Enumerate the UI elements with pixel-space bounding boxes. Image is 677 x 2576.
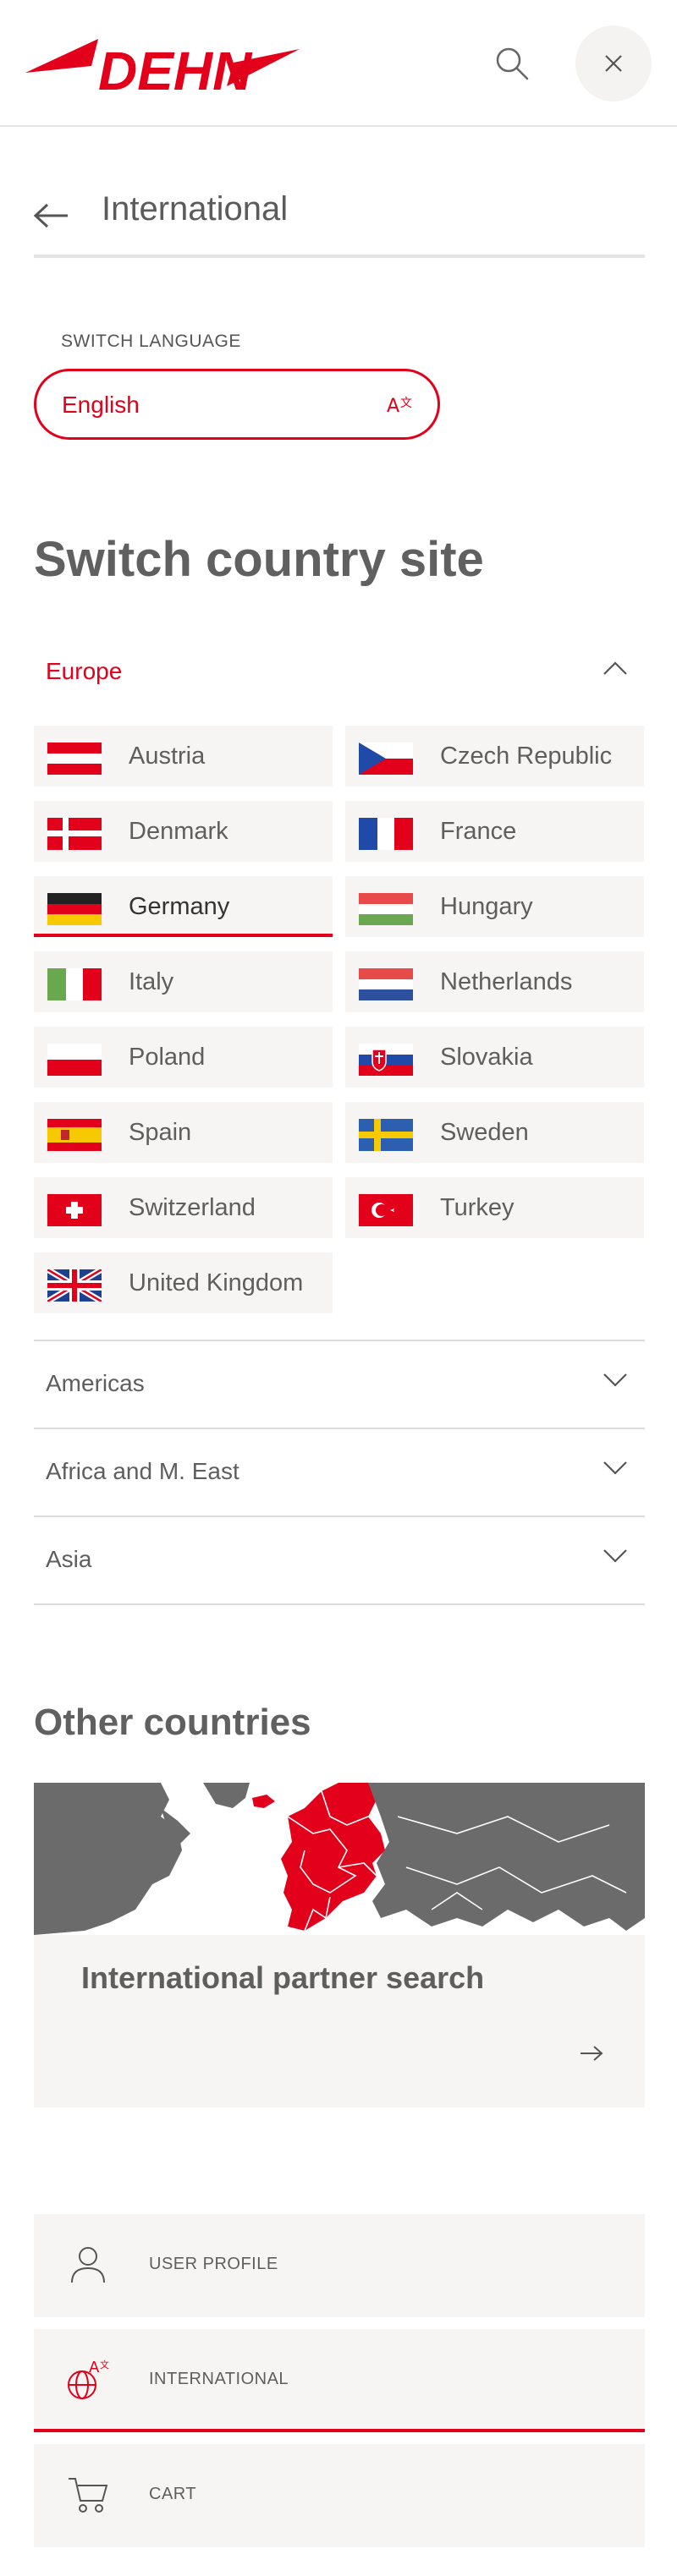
page-title: International — [102, 190, 289, 227]
country-name: Hungary — [440, 893, 533, 920]
country-name: Denmark — [129, 818, 228, 845]
hungary-flag-icon — [359, 893, 413, 925]
region-label: Europe — [46, 658, 123, 684]
svg-text:A: A — [89, 2359, 100, 2376]
dehn-logo[interactable]: DEHN — [25, 24, 300, 104]
country-poland[interactable]: Poland — [34, 1027, 333, 1088]
country-turkey[interactable]: Turkey — [345, 1177, 644, 1238]
country-italy[interactable]: Italy — [34, 951, 333, 1012]
svg-text:A: A — [387, 396, 399, 417]
header: DEHN — [0, 0, 677, 127]
country-name: Turkey — [440, 1194, 515, 1221]
netherlands-flag-icon — [359, 968, 413, 1000]
international-subheader: International — [34, 182, 645, 258]
close-button[interactable] — [575, 25, 652, 101]
region-label: Asia — [46, 1546, 92, 1572]
country-netherlands[interactable]: Netherlands — [345, 951, 644, 1012]
country-name: Switzerland — [129, 1194, 256, 1221]
close-icon — [605, 55, 622, 72]
globe-translate-icon: A 文 — [63, 2354, 113, 2405]
search-icon — [496, 47, 529, 80]
language-select[interactable]: English A 文 — [34, 369, 440, 440]
country-denmark[interactable]: Denmark — [34, 801, 333, 862]
country-name: Germany — [129, 893, 230, 920]
country-spain[interactable]: Spain — [34, 1102, 333, 1163]
country-name: Netherlands — [440, 968, 573, 995]
world-map-image — [34, 1783, 645, 1935]
nav-cart[interactable]: CART — [34, 2444, 645, 2547]
nav-label: USER PROFILE — [149, 2255, 278, 2273]
switzerland-flag-icon — [47, 1194, 102, 1226]
search-button[interactable] — [487, 38, 537, 89]
region-accordion-europe[interactable]: Europe — [34, 643, 645, 702]
germany-flag-icon — [47, 893, 102, 925]
switch-country-title: Switch country site — [34, 532, 484, 587]
partner-search-card[interactable]: International partner search — [34, 1783, 645, 2107]
chevron-up-icon — [603, 661, 627, 675]
nav-user-profile[interactable]: USER PROFILE — [34, 2214, 645, 2317]
region-label: Americas — [46, 1370, 145, 1396]
sweden-flag-icon — [359, 1119, 413, 1151]
austria-flag-icon — [47, 743, 102, 775]
turkey-flag-icon — [359, 1194, 413, 1226]
country-name: Spain — [129, 1119, 192, 1146]
country-czech-republic[interactable]: Czech Republic — [345, 726, 644, 787]
country-name: Poland — [129, 1044, 206, 1071]
country-hungary[interactable]: Hungary — [345, 876, 644, 937]
region-label: Africa and M. East — [46, 1458, 239, 1484]
country-name: United Kingdom — [129, 1269, 304, 1296]
czech-flag-icon — [359, 743, 413, 775]
poland-flag-icon — [47, 1044, 102, 1076]
country-france[interactable]: France — [345, 801, 644, 862]
france-flag-icon — [359, 818, 413, 850]
chevron-down-icon — [603, 1549, 627, 1563]
country-germany[interactable]: Germany — [34, 876, 333, 937]
translate-icon: A 文 — [387, 396, 412, 417]
country-name: Italy — [129, 968, 174, 995]
nav-international[interactable]: A 文 INTERNATIONAL — [34, 2329, 645, 2432]
country-name: France — [440, 818, 517, 845]
region-accordion-africa-middle-east[interactable]: Africa and M. East — [34, 1428, 645, 1515]
italy-flag-icon — [47, 968, 102, 1000]
cart-icon — [63, 2469, 113, 2520]
spain-flag-icon — [47, 1119, 102, 1151]
arrow-left-icon — [34, 203, 68, 228]
nav-label: INTERNATIONAL — [149, 2370, 289, 2388]
country-name: Sweden — [440, 1119, 529, 1146]
country-name: Slovakia — [440, 1044, 533, 1071]
slovakia-flag-icon — [359, 1044, 413, 1076]
switch-language-label: SWITCH LANGUAGE — [61, 332, 241, 351]
arrow-right-icon — [581, 2046, 603, 2061]
other-countries-title: Other countries — [34, 1702, 311, 1743]
nav-label: CART — [149, 2485, 197, 2503]
partner-search-title: International partner search — [81, 1960, 485, 1995]
svg-text:文: 文 — [100, 2359, 109, 2370]
country-austria[interactable]: Austria — [34, 726, 333, 787]
user-icon — [63, 2239, 113, 2290]
country-sweden[interactable]: Sweden — [345, 1102, 644, 1163]
country-slovakia[interactable]: Slovakia — [345, 1027, 644, 1088]
country-switzerland[interactable]: Switzerland — [34, 1177, 333, 1238]
uk-flag-icon — [47, 1269, 102, 1302]
chevron-down-icon — [603, 1373, 627, 1387]
denmark-flag-icon — [47, 818, 102, 850]
svg-text:文: 文 — [400, 397, 412, 410]
region-accordion-americas[interactable]: Americas — [34, 1340, 645, 1428]
country-united-kingdom[interactable]: United Kingdom — [34, 1252, 333, 1313]
region-accordion-asia[interactable]: Asia — [34, 1515, 645, 1603]
country-name: Austria — [129, 743, 206, 770]
country-name: Czech Republic — [440, 743, 613, 770]
back-button[interactable] — [34, 195, 76, 237]
logo-text: DEHN — [98, 41, 253, 101]
chevron-down-icon — [603, 1461, 627, 1475]
language-value: English — [62, 392, 140, 418]
divider — [34, 1603, 645, 1605]
